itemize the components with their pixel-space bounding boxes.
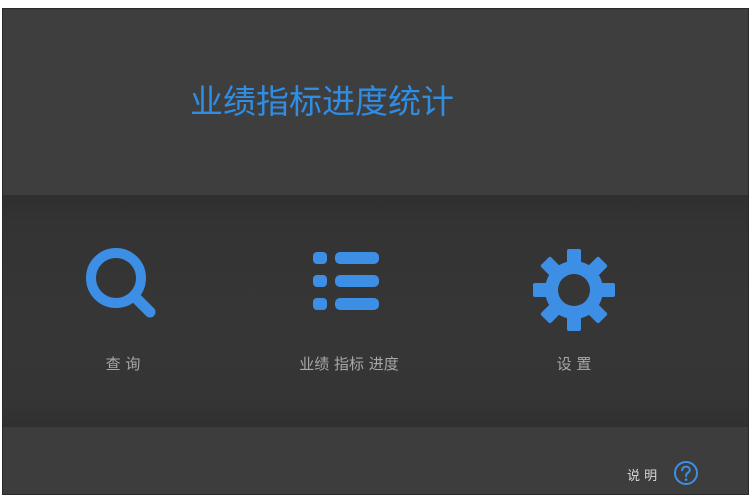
settings-button[interactable]: 设 置 [503,195,643,427]
menu-band: 查 询 业绩 指标 进度 设 置 [3,195,748,427]
footer: 说 明 [3,427,748,494]
question-circle-icon[interactable] [673,460,699,486]
app-window: 业绩指标进度统计 查 询 业绩 指标 进度 设 置 说 明 [2,8,749,495]
performance-progress-label: 业绩 指标 进度 [299,355,399,373]
query-label: 查 询 [105,355,141,373]
gear-icon [533,249,615,331]
query-button[interactable]: 查 询 [63,195,193,427]
settings-label: 设 置 [556,355,592,373]
help-label: 说 明 [627,469,658,484]
performance-progress-button[interactable]: 业绩 指标 进度 [253,195,453,427]
list-icon [313,252,379,310]
app-title: 业绩指标进度统计 [190,82,454,121]
search-icon [86,248,156,318]
title-area: 业绩指标进度统计 [3,9,748,195]
